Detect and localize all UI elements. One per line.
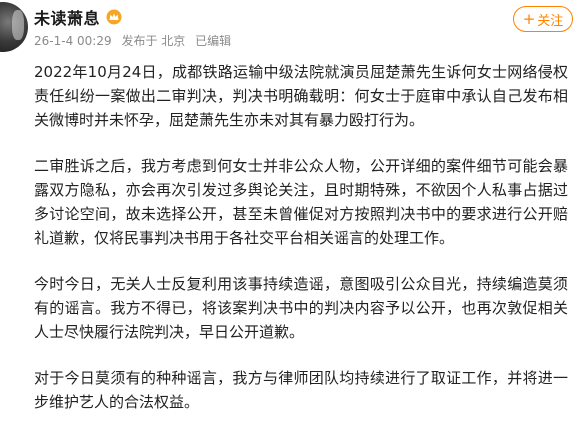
- username-row: 未读萧息: [34, 5, 122, 29]
- post-paragraph: 二审胜诉之后，我方考虑到何女士并非公众人物，公开详细的案件细节可能会暴露双方隐私…: [34, 157, 568, 247]
- post-paragraph: 对于今日莫须有的种种谣言，我方与律师团队均持续进行了取证工作，并将进一步维护艺人…: [34, 369, 568, 411]
- crown-badge-icon: [106, 9, 122, 25]
- username[interactable]: 未读萧息: [34, 5, 100, 29]
- follow-button[interactable]: + 关注: [513, 6, 573, 32]
- post-content: 2022年10月24日，成都铁路运输中级法院就演员屈楚萧先生诉何女士网络侵权责任…: [34, 60, 568, 436]
- edited-label[interactable]: 已编辑: [195, 34, 231, 48]
- post-paragraph: 今时今日，无关人士反复利用该事持续造谣，意图吸引公众目光，持续编造莫须有的谣言。…: [34, 275, 568, 341]
- follow-label: 关注: [537, 13, 564, 29]
- post-meta: 26-1-4 00:29 发布于 北京 已编辑: [34, 32, 237, 49]
- post-paragraph: 2022年10月24日，成都铁路运输中级法院就演员屈楚萧先生诉何女士网络侵权责任…: [34, 63, 568, 129]
- post-header: 未读萧息 26-1-4 00:29 发布于 北京 已编辑 + 关注: [0, 0, 584, 56]
- avatar[interactable]: [0, 2, 28, 52]
- plus-icon: +: [522, 9, 536, 28]
- post-location: 发布于 北京: [121, 34, 186, 48]
- post-date: 26-1-4 00:29: [34, 34, 112, 48]
